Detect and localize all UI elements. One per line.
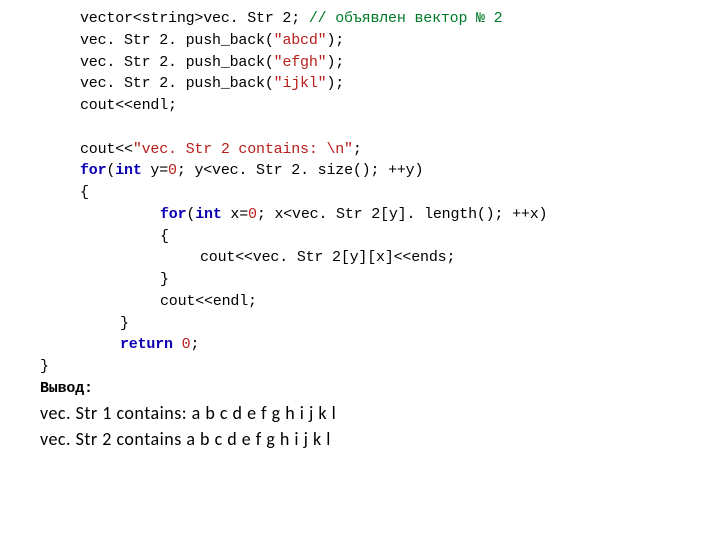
number-literal: 0 <box>248 206 257 223</box>
code-text: vec. Str 2. push_back( <box>80 75 274 92</box>
comment: // объявлен вектор № 2 <box>300 10 502 27</box>
code-line: return 0; <box>40 334 720 356</box>
string-literal: "ijkl" <box>274 75 327 92</box>
brace: } <box>160 271 169 288</box>
brace: } <box>40 358 49 375</box>
code-line: cout<<endl; <box>40 95 720 117</box>
output-block: Вывод: vec. Str 1 contains: a b c d e f … <box>40 378 720 452</box>
string-literal: "abcd" <box>274 32 327 49</box>
code-line: } <box>40 269 720 291</box>
code-text: ; y<vec. Str 2. size(); ++y) <box>177 162 423 179</box>
code-line: } <box>40 313 720 335</box>
code-text: x= <box>222 206 248 223</box>
code-line: cout<<endl; <box>40 291 720 313</box>
code-line: { <box>40 226 720 248</box>
output-line: vec. Str 2 contains a b c d e f g h i j … <box>40 426 720 452</box>
code-text: ); <box>326 32 344 49</box>
brace: } <box>120 315 129 332</box>
code-line: vec. Str 2. push_back("ijkl"); <box>40 73 720 95</box>
code-text <box>173 336 182 353</box>
code-text: ; <box>190 336 199 353</box>
output-label: Вывод: <box>40 378 720 400</box>
code-text: ); <box>326 75 344 92</box>
code-text: cout<<endl; <box>80 97 177 114</box>
code-text: ; x<vec. Str 2[y]. length(); ++x) <box>257 206 547 223</box>
code-line: { <box>40 182 720 204</box>
keyword: for <box>80 162 106 179</box>
number-literal: 0 <box>168 162 177 179</box>
brace: { <box>160 228 169 245</box>
code-text: ( <box>186 206 195 223</box>
code-text: ); <box>326 54 344 71</box>
output-line: vec. Str 1 contains: a b c d e f g h i j… <box>40 400 720 426</box>
code-line: vec. Str 2. push_back("abcd"); <box>40 30 720 52</box>
string-literal: "vec. Str 2 contains: \n" <box>133 141 353 158</box>
code-text: y= <box>142 162 168 179</box>
code-block: vector<string>vec. Str 2; // объявлен ве… <box>40 8 720 378</box>
code-text: ; <box>353 141 362 158</box>
keyword: int <box>115 162 141 179</box>
code-text: cout<<vec. Str 2[y][x]<<ends; <box>200 249 455 266</box>
code-line: cout<<"vec. Str 2 contains: \n"; <box>40 139 720 161</box>
code-text: ( <box>106 162 115 179</box>
code-line: for(int x=0; x<vec. Str 2[y]. length(); … <box>40 204 720 226</box>
code-line: vec. Str 2. push_back("efgh"); <box>40 52 720 74</box>
brace: { <box>80 184 89 201</box>
code-line: for(int y=0; y<vec. Str 2. size(); ++y) <box>40 160 720 182</box>
code-line: vector<string>vec. Str 2; // объявлен ве… <box>40 8 720 30</box>
code-text: cout<< <box>80 141 133 158</box>
keyword: for <box>160 206 186 223</box>
code-text: vec. Str 2. push_back( <box>80 32 274 49</box>
string-literal: "efgh" <box>274 54 327 71</box>
code-text: vec. Str 2. push_back( <box>80 54 274 71</box>
code-text: vector<string>vec. Str 2; <box>80 10 300 27</box>
keyword: return <box>120 336 173 353</box>
code-text: cout<<endl; <box>160 293 257 310</box>
code-line: cout<<vec. Str 2[y][x]<<ends; <box>40 247 720 269</box>
code-line: } <box>40 356 720 378</box>
keyword: int <box>195 206 221 223</box>
